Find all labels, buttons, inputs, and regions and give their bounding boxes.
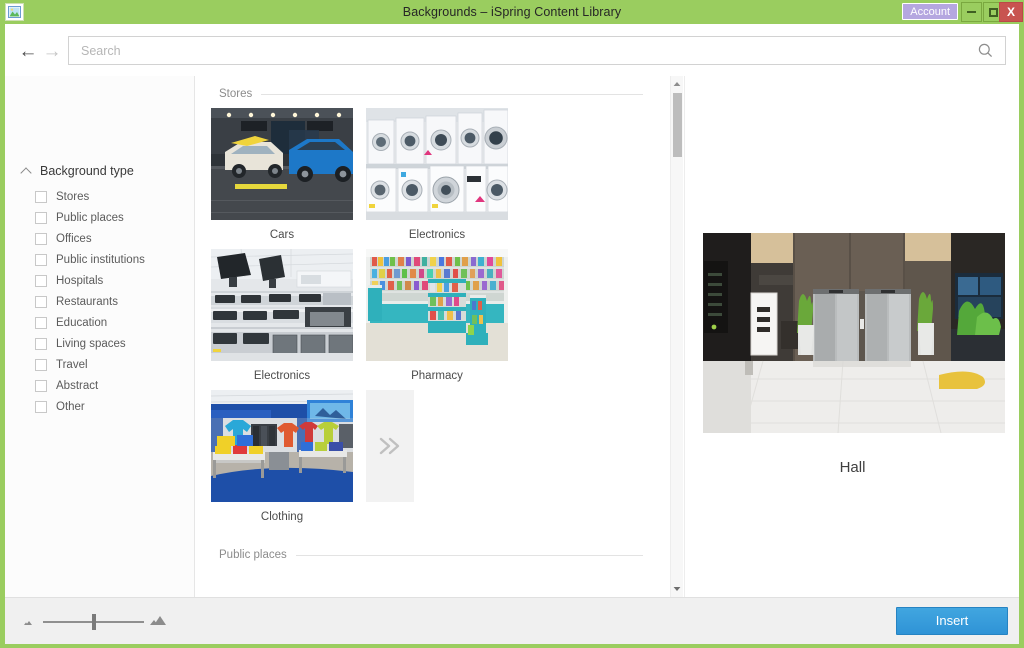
- checkbox-offices[interactable]: [35, 233, 47, 245]
- search-icon[interactable]: [965, 37, 1005, 64]
- tile-caption: Clothing: [211, 502, 353, 523]
- scroll-up-icon[interactable]: [671, 77, 683, 91]
- thumbnail-car-dealership[interactable]: [211, 108, 353, 220]
- account-button[interactable]: Account: [902, 3, 958, 20]
- checkbox-stores[interactable]: [35, 191, 47, 203]
- filter-sidebar: Background type Stores Public places Off…: [5, 76, 195, 597]
- filter-group-title: Background type: [40, 164, 134, 178]
- list-item[interactable]: Clothing: [211, 390, 366, 523]
- sidebar-item-label: Abstract: [56, 380, 98, 392]
- preview-pane: Hall: [684, 76, 1019, 597]
- background-gallery[interactable]: Stores: [195, 76, 679, 597]
- filter-list: Stores Public places Offices Public inst…: [35, 186, 185, 417]
- double-chevron-right-icon[interactable]: [366, 390, 414, 502]
- insert-button[interactable]: Insert: [896, 607, 1008, 635]
- sidebar-item-abstract[interactable]: Abstract: [35, 375, 185, 396]
- checkbox-other[interactable]: [35, 401, 47, 413]
- maximize-icon: [989, 8, 998, 17]
- checkbox-public-institutions[interactable]: [35, 254, 47, 266]
- thumbnail-clothing-store[interactable]: [211, 390, 353, 502]
- scrollbar-thumb[interactable]: [673, 93, 682, 157]
- navigation-bar: ← →: [5, 24, 1019, 77]
- thumbnail-appliance-store[interactable]: [211, 249, 353, 361]
- sidebar-item-restaurants[interactable]: Restaurants: [35, 291, 185, 312]
- scroll-down-icon[interactable]: [671, 582, 683, 596]
- sidebar-item-other[interactable]: Other: [35, 396, 185, 417]
- minimize-button[interactable]: [961, 2, 982, 22]
- thumbnail-pharmacy-shelves[interactable]: [366, 249, 508, 361]
- bottom-bar: Insert: [5, 597, 1019, 644]
- main-area: Background type Stores Public places Off…: [5, 76, 1019, 597]
- search-input[interactable]: [69, 37, 964, 64]
- section-divider: [296, 555, 643, 556]
- close-button[interactable]: X: [999, 2, 1023, 22]
- forward-arrow-icon[interactable]: →: [41, 40, 63, 62]
- section-header-public-places: Public places: [219, 531, 643, 561]
- sidebar-item-label: Hospitals: [56, 275, 103, 287]
- section-header-stores: Stores: [219, 76, 643, 100]
- title-bar: Backgrounds – iSpring Content Library Ac…: [0, 0, 1024, 24]
- sidebar-item-offices[interactable]: Offices: [35, 228, 185, 249]
- gallery-scrollbar[interactable]: [670, 76, 683, 597]
- background-type-header[interactable]: Background type: [21, 164, 134, 178]
- show-more-button[interactable]: [366, 390, 521, 523]
- slider-thumb[interactable]: [92, 614, 96, 630]
- sidebar-item-education[interactable]: Education: [35, 312, 185, 333]
- sidebar-item-label: Public places: [56, 212, 124, 224]
- checkbox-living-spaces[interactable]: [35, 338, 47, 350]
- preview-caption: Hall: [685, 459, 1020, 476]
- preview-image-office-lobby: [703, 233, 1005, 433]
- sidebar-item-label: Public institutions: [56, 254, 145, 266]
- sidebar-item-label: Other: [56, 401, 85, 413]
- sidebar-item-stores[interactable]: Stores: [35, 186, 185, 207]
- sidebar-item-label: Travel: [56, 359, 88, 371]
- gallery-scroll-content: Stores: [195, 76, 665, 561]
- sidebar-item-label: Living spaces: [56, 338, 126, 350]
- sidebar-item-hospitals[interactable]: Hospitals: [35, 270, 185, 291]
- section-label: Public places: [219, 549, 296, 561]
- list-item[interactable]: Pharmacy: [366, 249, 521, 382]
- application-window: Backgrounds – iSpring Content Library Ac…: [0, 0, 1024, 648]
- sidebar-item-label: Offices: [56, 233, 92, 245]
- thumbnail-washing-machines[interactable]: [366, 108, 508, 220]
- checkbox-restaurants[interactable]: [35, 296, 47, 308]
- minimize-icon: [967, 11, 976, 13]
- checkbox-public-places[interactable]: [35, 212, 47, 224]
- section-label: Stores: [219, 88, 261, 100]
- small-thumbnail-icon: [23, 613, 37, 631]
- sidebar-item-label: Education: [56, 317, 107, 329]
- checkbox-travel[interactable]: [35, 359, 47, 371]
- section-divider: [261, 94, 643, 95]
- checkbox-hospitals[interactable]: [35, 275, 47, 287]
- tile-grid-stores: Cars: [211, 100, 665, 531]
- tile-caption: Cars: [211, 220, 353, 241]
- sidebar-item-travel[interactable]: Travel: [35, 354, 185, 375]
- back-arrow-icon[interactable]: ←: [17, 40, 39, 62]
- tile-caption: Pharmacy: [366, 361, 508, 382]
- window-body: ← → Background type: [5, 24, 1019, 620]
- sidebar-item-label: Restaurants: [56, 296, 118, 308]
- window-title: Backgrounds – iSpring Content Library: [0, 0, 1024, 24]
- chevron-up-icon: [21, 165, 33, 177]
- tile-caption: Electronics: [366, 220, 508, 241]
- checkbox-education[interactable]: [35, 317, 47, 329]
- sidebar-item-public-places[interactable]: Public places: [35, 207, 185, 228]
- thumbnail-size-slider[interactable]: [23, 610, 168, 634]
- slider-track[interactable]: [43, 621, 144, 623]
- search-box: [68, 36, 1006, 65]
- tile-caption: Electronics: [211, 361, 353, 382]
- sidebar-item-living-spaces[interactable]: Living spaces: [35, 333, 185, 354]
- large-thumbnail-icon: [150, 613, 168, 631]
- sidebar-item-label: Stores: [56, 191, 89, 203]
- sidebar-item-public-institutions[interactable]: Public institutions: [35, 249, 185, 270]
- checkbox-abstract[interactable]: [35, 380, 47, 392]
- list-item[interactable]: Electronics: [366, 108, 521, 241]
- list-item[interactable]: Electronics: [211, 249, 366, 382]
- list-item[interactable]: Cars: [211, 108, 366, 241]
